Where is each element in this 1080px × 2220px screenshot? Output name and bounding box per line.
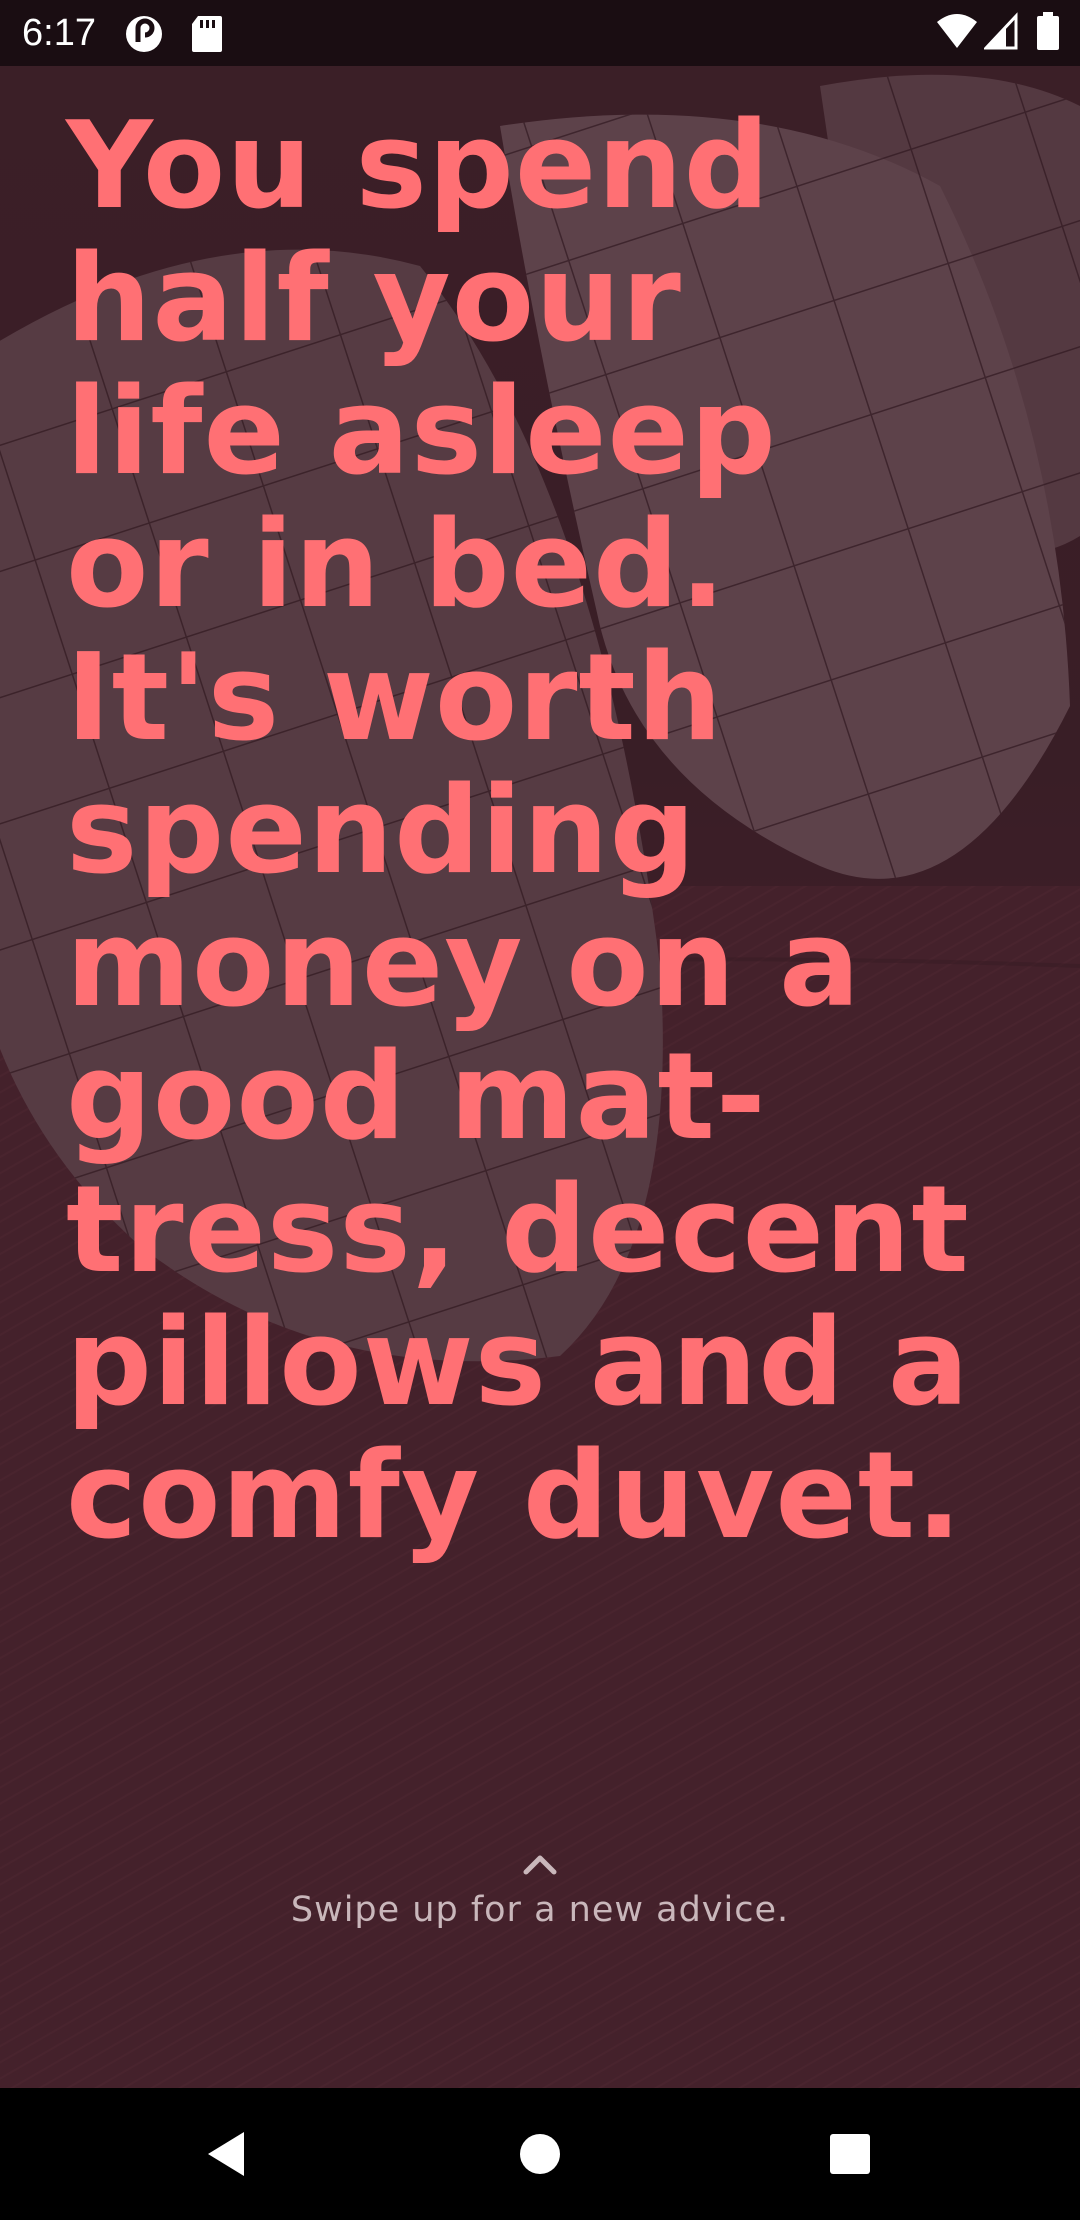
status-bar: 6:17 [0,0,1080,66]
swipe-hint-label: Swipe up for a new advice. [290,1890,790,1930]
advice-screen[interactable]: 6:17 You spend half your life asleep or … [0,0,1080,2220]
home-icon[interactable] [500,2114,580,2194]
recents-icon[interactable] [810,2114,890,2194]
sd-card-icon [190,14,230,54]
back-icon[interactable] [186,2114,266,2194]
status-time: 6:17 [22,12,96,54]
wifi-icon [936,12,978,52]
advice-text: You spend half your life asleep or in be… [66,97,970,1566]
battery-icon [1036,12,1060,52]
cellular-signal-icon [982,12,1018,52]
chevron-up-icon [520,1850,560,1878]
pocket-casts-icon [124,14,164,54]
swipe-hint[interactable]: Swipe up for a new advice. [0,1850,1080,1930]
navigation-bar [0,2088,1080,2220]
